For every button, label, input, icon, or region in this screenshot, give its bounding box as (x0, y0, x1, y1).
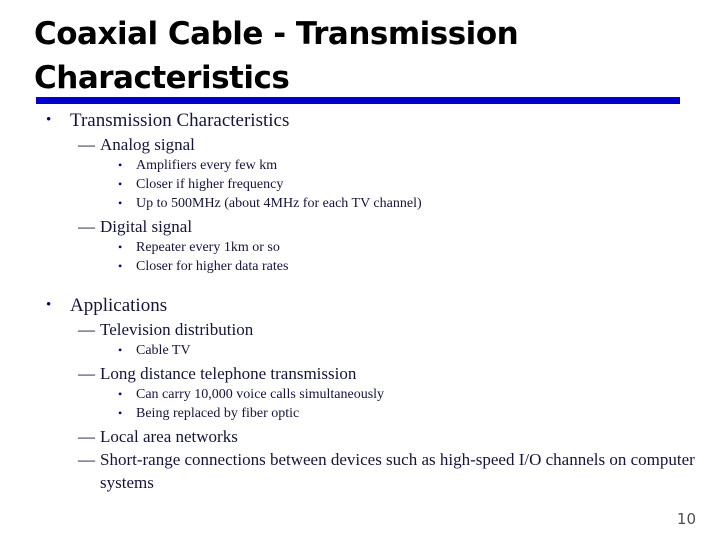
title-divider-rule (36, 97, 680, 104)
outline-item-label: Cable TV (136, 343, 191, 358)
outline-item-level-2: — Analog signal (0, 133, 720, 156)
bullet-marker-icon: • (118, 158, 123, 172)
outline-item-level-1: • Applications (0, 293, 720, 318)
bullet-marker-icon: • (46, 297, 52, 313)
slide-title: Coaxial Cable - Transmission Characteris… (34, 16, 519, 96)
outline-item-label: Being replaced by fiber optic (136, 406, 300, 421)
bullet-marker-icon: • (118, 406, 123, 420)
outline-item-label: Long distance telephone transmission (100, 364, 357, 383)
slide: Coaxial Cable - Transmission Characteris… (0, 0, 720, 540)
outline-item-level-3: • Can carry 10,000 voice calls simultaneo… (0, 385, 720, 404)
bullet-marker-icon: • (118, 387, 123, 401)
outline-item-level-3: • Repeater every 1km or so (0, 238, 720, 257)
outline-item-level-2: — Television distribution (0, 318, 720, 341)
bullet-marker-icon: • (118, 177, 123, 191)
outline-item-label: Analog signal (100, 135, 195, 154)
outline-item-level-1: • Transmission Characteristics (0, 108, 720, 133)
outline-item-level-2: — Digital signal (0, 215, 720, 238)
bullet-marker-icon: • (118, 343, 123, 357)
outline-item-level-3: • Amplifiers every few km (0, 156, 720, 175)
bullet-marker-icon: • (118, 196, 123, 210)
outline-item-label: Closer for higher data rates (136, 259, 289, 274)
outline-item-level-3: • Closer for higher data rates (0, 257, 720, 276)
outline-item-label: Transmission Characteristics (70, 110, 290, 131)
outline-item-level-3: • Closer if higher frequency (0, 175, 720, 194)
outline-item-label: Short-range connections between devices … (100, 450, 695, 492)
dash-marker-icon: — (78, 364, 95, 383)
outline-item-label: Repeater every 1km or so (136, 240, 280, 255)
dash-marker-icon: — (78, 135, 95, 154)
outline-item-label: Television distribution (100, 320, 254, 339)
outline-item-level-2: — Short-range connections between devices… (0, 448, 720, 494)
outline-item-label: Can carry 10,000 voice calls simultaneou… (136, 387, 385, 402)
bullet-marker-icon: • (118, 259, 123, 273)
page-number: 10 (676, 510, 696, 528)
dash-marker-icon: — (78, 217, 95, 236)
outline-item-level-2: — Long distance telephone transmission (0, 362, 720, 385)
dash-marker-icon: — (78, 320, 95, 339)
outline-item-level-2: — Local area networks (0, 425, 720, 448)
outline-item-level-3: • Cable TV (0, 341, 720, 360)
dash-marker-icon: — (78, 450, 95, 469)
outline-item-label: Closer if higher frequency (136, 177, 284, 192)
outline-item-level-3: • Up to 500MHz (about 4MHz for each TV ch… (0, 194, 720, 213)
bullet-marker-icon: • (46, 112, 52, 128)
outline-item-level-3: • Being replaced by fiber optic (0, 404, 720, 423)
slide-body-outline: • Transmission Characteristics — Analog sig… (0, 108, 720, 494)
bullet-marker-icon: • (118, 240, 123, 254)
outline-item-label: Local area networks (100, 427, 238, 446)
outline-item-label: Digital signal (100, 217, 193, 236)
dash-marker-icon: — (78, 427, 95, 446)
outline-item-label: Amplifiers every few km (136, 158, 278, 173)
outline-item-label: Up to 500MHz (about 4MHz for each TV cha… (136, 196, 422, 211)
outline-item-label: Applications (70, 295, 168, 316)
